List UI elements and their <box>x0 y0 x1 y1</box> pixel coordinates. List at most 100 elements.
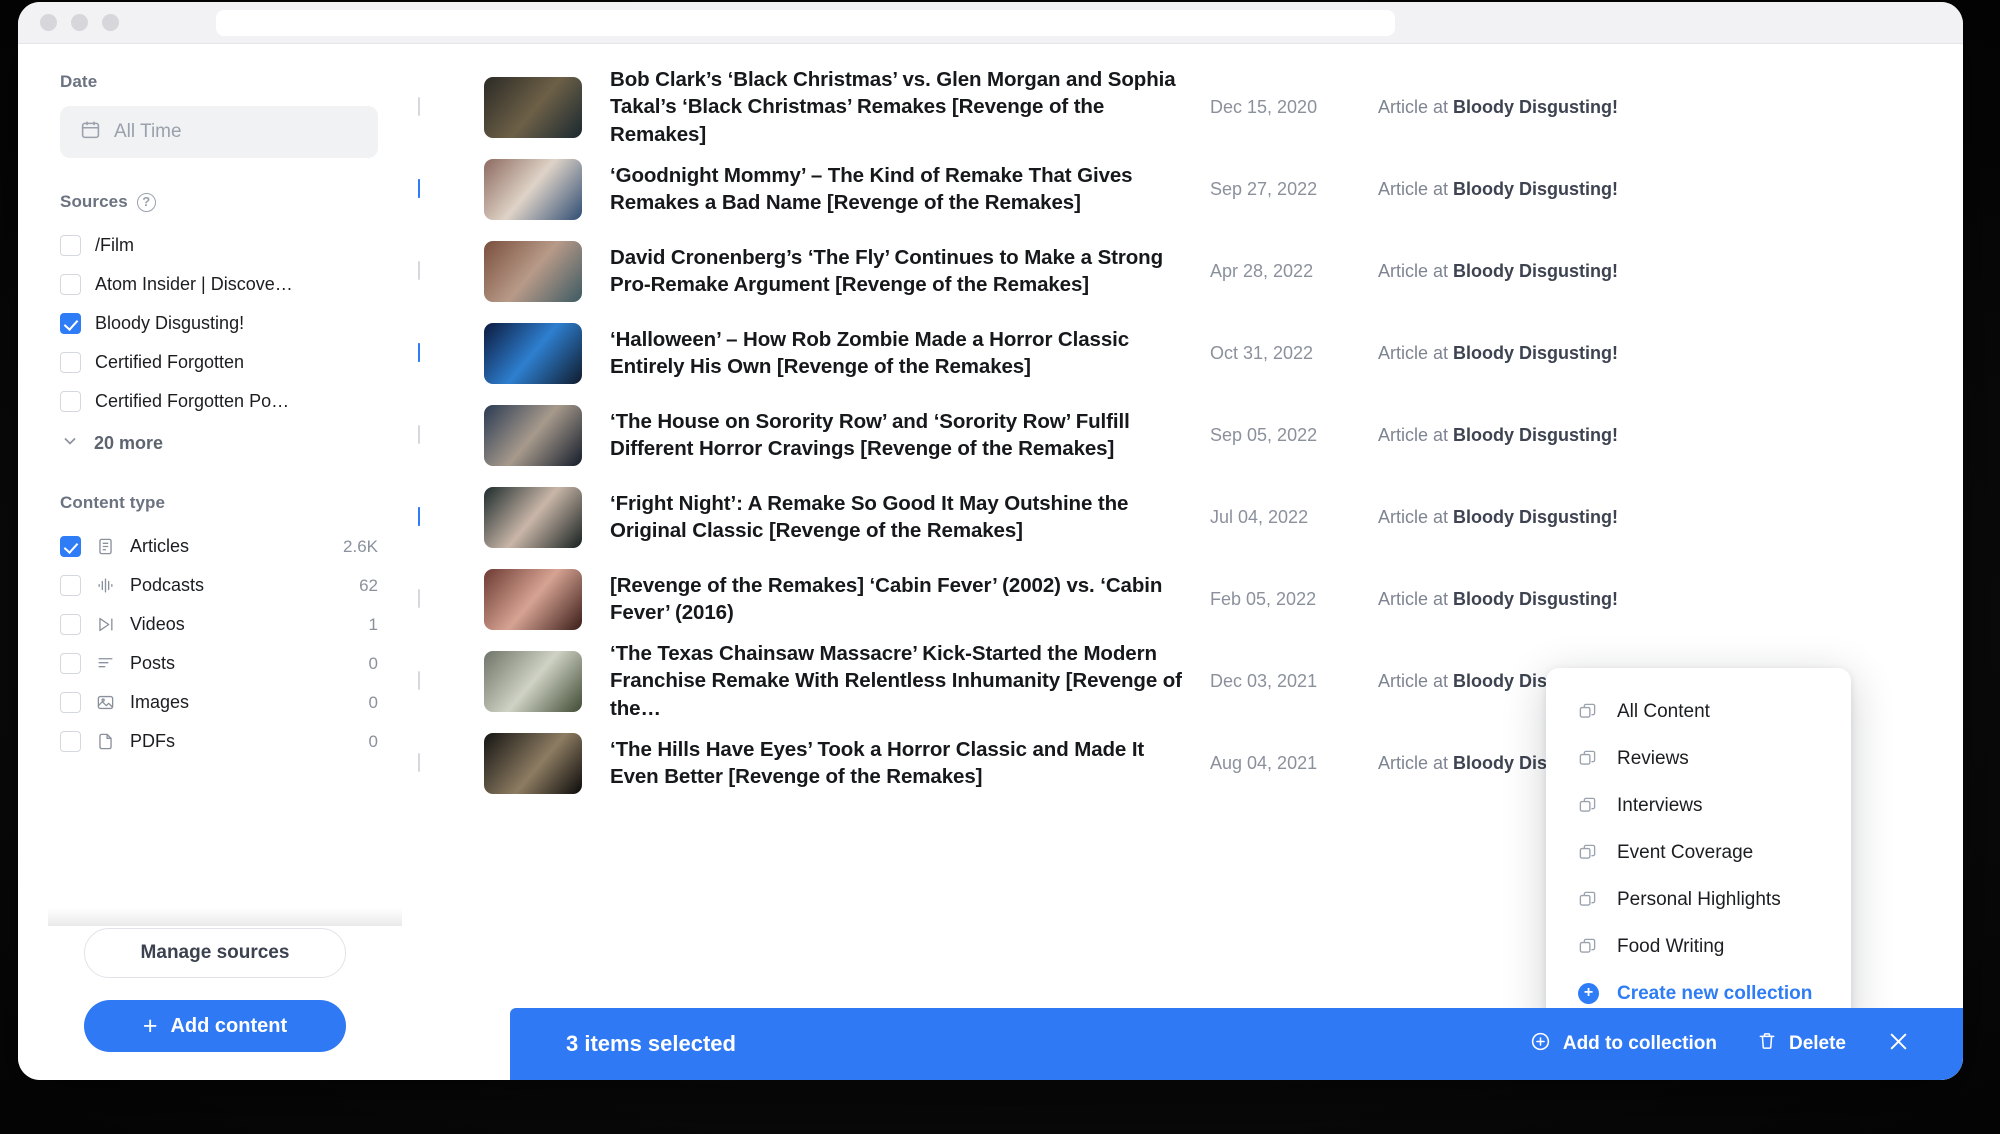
row-title[interactable]: ‘Goodnight Mommy’ – The Kind of Remake T… <box>610 162 1210 217</box>
row-thumbnail <box>484 158 582 220</box>
table-row[interactable]: ‘The House on Sorority Row’ and ‘Sororit… <box>412 394 1963 476</box>
row-title[interactable]: ‘The Texas Chainsaw Massacre’ Kick-Start… <box>610 640 1210 722</box>
traffic-lights <box>18 14 119 31</box>
content-type-label-text: Articles <box>130 536 190 556</box>
row-select-checkbox[interactable] <box>418 179 442 198</box>
row-thumbnail <box>484 486 582 548</box>
question-mark-icon[interactable]: ? <box>136 192 156 212</box>
content-type-option-podcasts[interactable]: Podcasts 62 <box>60 566 378 605</box>
table-row[interactable]: Bob Clark’s ‘Black Christmas’ vs. Glen M… <box>412 66 1963 148</box>
row-date: Dec 15, 2020 <box>1210 96 1318 117</box>
row-title[interactable]: [Revenge of the Remakes] ‘Cabin Fever’ (… <box>610 572 1210 627</box>
source-option[interactable]: Certified Forgotten Po… <box>60 382 378 421</box>
add-to-collection-menu[interactable]: All Content Reviews Interviews Event Cov… <box>1546 668 1851 1033</box>
content-type-option-articles[interactable]: Articles 2.6K <box>60 527 378 566</box>
source-option[interactable]: Atom Insider | Discove… <box>60 265 378 304</box>
content-type-option-posts[interactable]: Posts 0 <box>60 644 378 683</box>
row-select-checkbox[interactable] <box>418 97 442 116</box>
content-type-option-videos[interactable]: Videos 1 <box>60 605 378 644</box>
row-date: Jul 04, 2022 <box>1210 506 1309 527</box>
source-label: /Film <box>95 235 134 255</box>
row-select-checkbox[interactable] <box>418 261 442 280</box>
source-checkbox[interactable] <box>60 274 81 295</box>
row-title[interactable]: ‘Fright Night’: A Remake So Good It May … <box>610 490 1210 545</box>
manage-sources-button[interactable]: Manage sources <box>84 928 346 978</box>
row-select-checkbox[interactable] <box>418 425 442 444</box>
row-source: Article at Bloody Disgusting! <box>1378 178 1619 199</box>
row-title[interactable]: ‘The House on Sorority Row’ and ‘Sororit… <box>610 408 1210 463</box>
source-option[interactable]: Bloody Disgusting! <box>60 304 378 343</box>
row-select-checkbox[interactable] <box>418 589 442 608</box>
row-select-checkbox[interactable] <box>418 343 442 362</box>
content-type-option-images[interactable]: Images 0 <box>60 683 378 722</box>
table-row[interactable]: ‘Goodnight Mommy’ – The Kind of Remake T… <box>412 148 1963 230</box>
content-type-checkbox[interactable] <box>60 614 81 635</box>
source-checkbox[interactable] <box>60 313 81 334</box>
add-content-button[interactable]: + Add content <box>84 1000 346 1052</box>
menu-item-label: Event Coverage <box>1617 841 1754 863</box>
play-icon <box>95 615 116 634</box>
content-type-option-pdfs[interactable]: PDFs 0 <box>60 722 378 761</box>
plus-circle-icon: + <box>1578 983 1599 1004</box>
filters-sidebar: Date All Time Sources ? /Film Atom Insid… <box>18 44 412 1080</box>
source-checkbox[interactable] <box>60 391 81 412</box>
menu-item-label: Interviews <box>1617 794 1703 816</box>
source-option[interactable]: /Film <box>60 226 378 265</box>
date-filter-field[interactable]: All Time <box>60 106 378 158</box>
content-type-checkbox[interactable] <box>60 575 81 596</box>
row-date: Aug 04, 2021 <box>1210 752 1318 773</box>
add-content-label: Add content <box>170 1014 288 1037</box>
source-label: Bloody Disgusting! <box>95 313 245 333</box>
menu-item-reviews[interactable]: Reviews <box>1546 735 1851 782</box>
source-option[interactable]: Certified Forgotten <box>60 343 378 382</box>
show-more-sources-button[interactable]: 20 more <box>60 423 378 463</box>
menu-item-interviews[interactable]: Interviews <box>1546 782 1851 829</box>
minimize-window-button[interactable] <box>71 14 88 31</box>
content-type-checkbox[interactable] <box>60 536 81 557</box>
row-select-checkbox[interactable] <box>418 507 442 526</box>
row-title[interactable]: Bob Clark’s ‘Black Christmas’ vs. Glen M… <box>610 66 1210 148</box>
delete-label: Delete <box>1788 1033 1846 1054</box>
content-type-label: Content type <box>60 493 166 512</box>
address-bar[interactable] <box>216 10 1395 36</box>
close-window-button[interactable] <box>40 14 57 31</box>
desktop-background: Date All Time Sources ? /Film Atom Insid… <box>0 0 2000 1134</box>
row-select-checkbox[interactable] <box>418 671 442 690</box>
row-thumbnail <box>484 404 582 466</box>
content-type-checkbox[interactable] <box>60 731 81 752</box>
content-type-checkbox[interactable] <box>60 692 81 713</box>
row-select-checkbox[interactable] <box>418 753 442 772</box>
add-to-collection-button[interactable]: Add to collection <box>1530 1031 1717 1058</box>
close-selection-button[interactable] <box>1886 1029 1911 1060</box>
menu-item-food-writing[interactable]: Food Writing <box>1546 923 1851 970</box>
source-checkbox[interactable] <box>60 352 81 373</box>
row-date: Oct 31, 2022 <box>1210 342 1314 363</box>
row-thumbnail <box>484 240 582 302</box>
source-label: Atom Insider | Discove… <box>95 274 293 294</box>
close-icon <box>1886 1029 1911 1060</box>
table-row[interactable]: [Revenge of the Remakes] ‘Cabin Fever’ (… <box>412 558 1963 640</box>
window-body: Date All Time Sources ? /Film Atom Insid… <box>18 44 1963 1080</box>
calendar-icon <box>80 119 101 145</box>
menu-item-label: All Content <box>1617 700 1710 722</box>
row-source: Article at Bloody Disgusting! <box>1378 342 1619 363</box>
delete-button[interactable]: Delete <box>1757 1031 1846 1057</box>
row-thumbnail <box>484 322 582 384</box>
menu-item-label: Personal Highlights <box>1617 888 1781 910</box>
collection-icon <box>1578 890 1599 909</box>
table-row[interactable]: David Cronenberg’s ‘The Fly’ Continues t… <box>412 230 1963 312</box>
row-title[interactable]: ‘Halloween’ – How Rob Zombie Made a Horr… <box>610 326 1210 381</box>
menu-item-personal-highlights[interactable]: Personal Highlights <box>1546 876 1851 923</box>
row-source: Article at Bloody Disgusting! <box>1378 260 1619 281</box>
content-type-checkbox[interactable] <box>60 653 81 674</box>
menu-item-event-coverage[interactable]: Event Coverage <box>1546 829 1851 876</box>
collection-icon <box>1578 843 1599 862</box>
table-row[interactable]: ‘Halloween’ – How Rob Zombie Made a Horr… <box>412 312 1963 394</box>
menu-item-all-content[interactable]: All Content <box>1546 688 1851 735</box>
source-checkbox[interactable] <box>60 235 81 256</box>
row-title[interactable]: ‘The Hills Have Eyes’ Took a Horror Clas… <box>610 736 1210 791</box>
row-title[interactable]: David Cronenberg’s ‘The Fly’ Continues t… <box>610 244 1210 299</box>
selection-action-bar: 3 items selected Add to collection Delet… <box>510 1008 1963 1080</box>
table-row[interactable]: ‘Fright Night’: A Remake So Good It May … <box>412 476 1963 558</box>
zoom-window-button[interactable] <box>102 14 119 31</box>
